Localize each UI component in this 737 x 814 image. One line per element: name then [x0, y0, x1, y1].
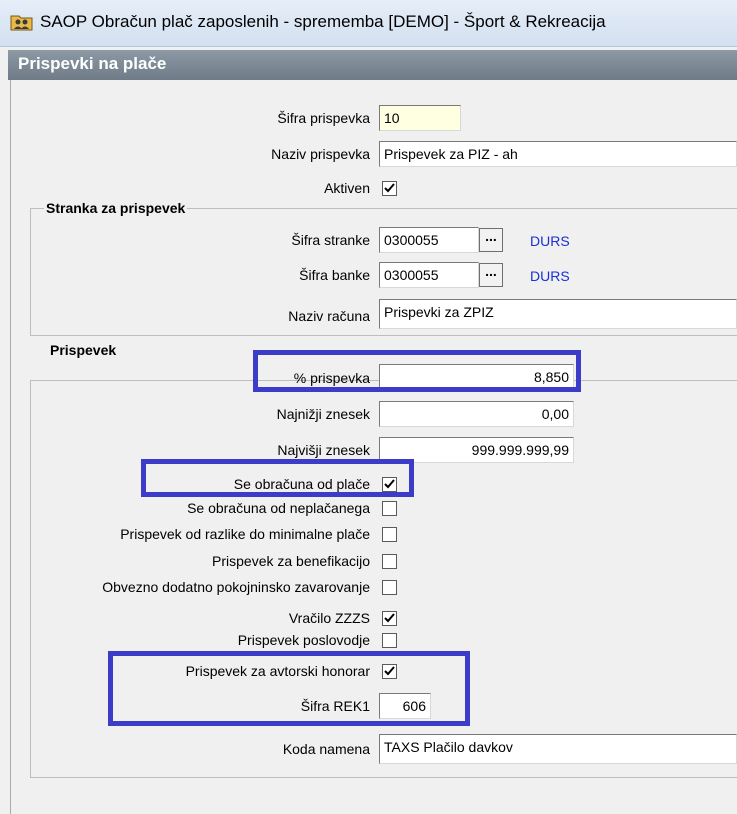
koda-namena-label: Koda namena	[282, 741, 370, 757]
check-vracilo-zzzs-checkbox[interactable]	[382, 611, 397, 626]
form-title: Prispevki na plače	[18, 54, 167, 73]
najvisji-znesek-label: Najvišji znesek	[277, 442, 370, 458]
check-benefikacija-checkbox[interactable]	[382, 554, 397, 569]
sifra-stranke-link[interactable]: DURS	[530, 233, 570, 249]
highlight-odstotek-prispevka	[253, 350, 581, 392]
highlight-avtorski-honorar	[108, 651, 470, 726]
naziv-prispevka-input[interactable]: Prispevek za PIZ - ah	[379, 141, 737, 167]
sifra-stranke-lookup-button[interactable]: ...	[479, 228, 503, 252]
checkmark-icon	[384, 183, 395, 193]
sifra-banke-lookup-button[interactable]: ...	[479, 263, 503, 287]
sifra-prispevka-input[interactable]: 10	[379, 105, 461, 131]
check-poslovodje-label: Prispevek poslovodje	[237, 632, 370, 648]
koda-namena-input[interactable]: TAXS Plačilo davkov	[379, 734, 737, 764]
highlight-od-place	[141, 459, 414, 497]
folder-people-icon	[10, 12, 34, 32]
sifra-stranke-label: Šifra stranke	[291, 232, 370, 248]
check-razlike-minimalne-checkbox[interactable]	[382, 527, 397, 542]
check-poslovodje-checkbox[interactable]	[382, 633, 397, 648]
najnizji-znesek-label: Najnižji znesek	[276, 406, 370, 422]
check-od-neplacanega-label: Se obračuna od neplačanega	[187, 500, 370, 516]
sifra-banke-link[interactable]: DURS	[530, 268, 570, 284]
sifra-stranke-input[interactable]: 0300055	[379, 227, 479, 253]
stranka-group-title: Stranka za prispevek	[44, 200, 188, 216]
aktiven-label: Aktiven	[324, 180, 370, 196]
naziv-prispevka-label: Naziv prispevka	[271, 146, 370, 162]
check-pokojninsko-label: Obvezno dodatno pokojninsko zavarovanje	[102, 579, 370, 595]
check-vracilo-zzzs-label: Vračilo ZZZS	[288, 610, 370, 626]
najnizji-znesek-input[interactable]: 0,00	[379, 401, 574, 427]
check-benefikacija-label: Prispevek za benefikacijo	[212, 553, 370, 569]
aktiven-checkbox[interactable]	[382, 181, 397, 196]
window-title: SAOP Obračun plač zaposlenih - sprememba…	[40, 12, 606, 31]
naziv-racuna-input[interactable]: Prispevki za ZPIZ	[379, 299, 737, 329]
sifra-banke-input[interactable]: 0300055	[379, 262, 479, 288]
sifra-banke-label: Šifra banke	[299, 267, 370, 283]
check-razlike-minimalne-label: Prispevek od razlike do minimalne plače	[120, 526, 370, 542]
sifra-prispevka-label: Šifra prispevka	[277, 110, 370, 126]
naziv-racuna-label: Naziv računa	[288, 308, 370, 324]
check-od-neplacanega-checkbox[interactable]	[382, 501, 397, 516]
check-pokojninsko-checkbox[interactable]	[382, 580, 397, 595]
prispevek-group-title: Prispevek	[48, 342, 119, 358]
checkmark-icon	[384, 613, 395, 623]
